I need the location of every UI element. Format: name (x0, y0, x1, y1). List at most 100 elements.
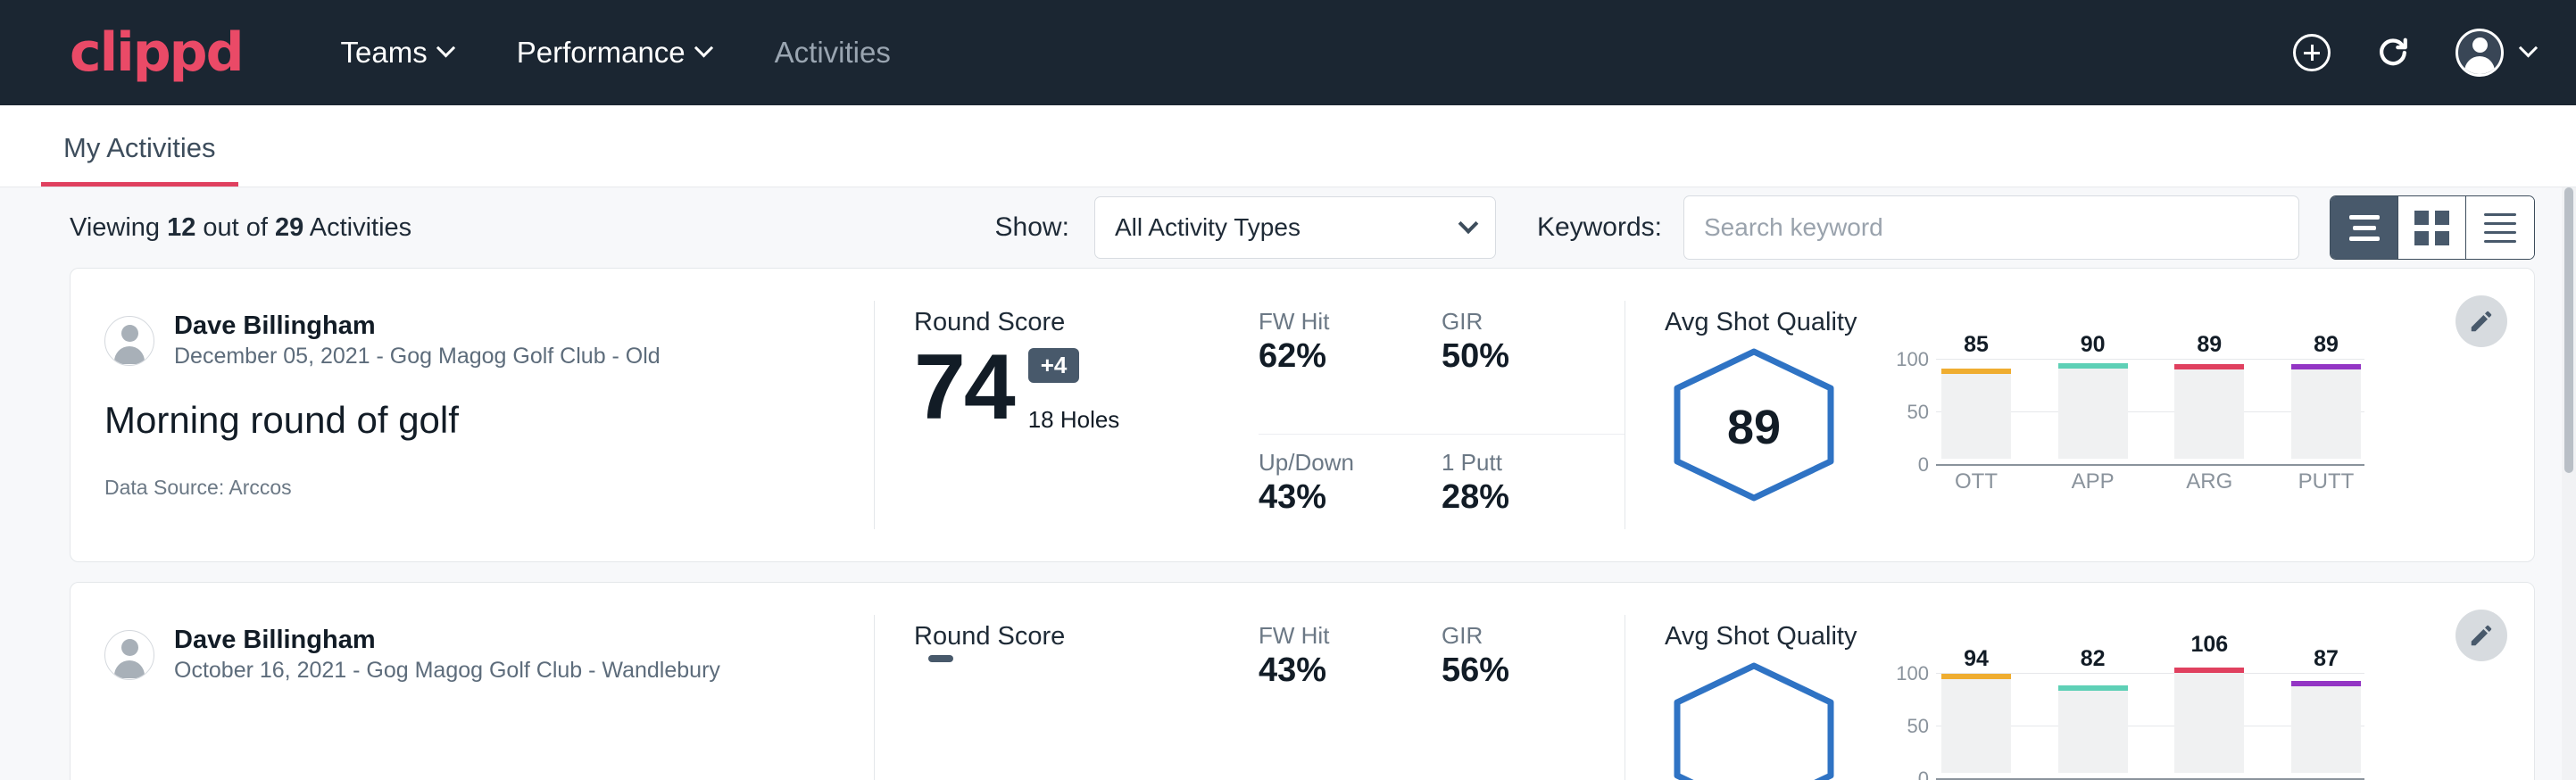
bar-putt: 89 (2291, 359, 2361, 459)
chevron-down-icon (694, 38, 713, 57)
activity-type-value: All Activity Types (1115, 213, 1300, 242)
grid-view-icon (2414, 211, 2449, 245)
filter-bar: Viewing 12 out of 29 Activities Show: Al… (0, 187, 2576, 268)
bar-group: 85 90 89 89 (1941, 359, 2361, 459)
round-score-block: Round Score (875, 583, 1250, 780)
stat-1-putt: 1 Putt 28% (1442, 435, 1625, 562)
user-menu[interactable] (2456, 29, 2535, 77)
nav-item-performance-label: Performance (517, 36, 686, 70)
bar-arg: 89 (2174, 359, 2244, 459)
nav-item-teams-label: Teams (341, 36, 428, 70)
user-avatar-icon (2456, 29, 2504, 77)
stat-fw-hit: FW Hit 62% (1259, 308, 1442, 435)
x-label-app: APP (2058, 469, 2128, 494)
avg-shot-quality-value: 89 (1665, 346, 1843, 508)
y-tick-50: 50 (1882, 715, 1929, 738)
stat-gir: GIR 56% (1442, 622, 1625, 780)
pencil-icon (2468, 308, 2495, 335)
score-to-par-badge: +4 (1028, 348, 1080, 383)
stat-label: FW Hit (1259, 622, 1420, 650)
activity-type-select[interactable]: All Activity Types (1094, 196, 1496, 259)
bar-value: 90 (2081, 332, 2106, 358)
activity-info: Dave Billingham December 05, 2021 - Gog … (71, 269, 874, 561)
stat-gir: GIR 50% (1442, 308, 1625, 435)
y-tick-100: 100 (1882, 348, 1929, 371)
round-stats: FW Hit 62% GIR 50% Up/Down 43% 1 Putt 28… (1250, 269, 1625, 561)
chevron-down-icon (436, 38, 455, 57)
edit-activity-button[interactable] (2456, 610, 2507, 661)
view-mode-toggle (2330, 195, 2535, 260)
stat-value: 50% (1442, 337, 1603, 376)
scrollbar-thumb[interactable] (2564, 187, 2573, 473)
tab-bar: My Activities (0, 105, 2576, 187)
bar-value: 82 (2081, 646, 2106, 672)
bar-ott: 94 (1941, 673, 2011, 773)
activity-card[interactable]: Dave Billingham October 16, 2021 - Gog M… (70, 582, 2535, 780)
stat-label: 1 Putt (1442, 449, 1603, 477)
bar-value: 106 (2190, 632, 2228, 658)
view-mode-list-button[interactable] (2331, 196, 2398, 259)
activity-card[interactable]: Dave Billingham December 05, 2021 - Gog … (70, 268, 2535, 562)
show-label: Show: (995, 212, 1069, 243)
nav-item-performance[interactable]: Performance (517, 36, 710, 70)
bar-putt: 87 (2291, 673, 2361, 773)
chevron-down-icon (1458, 213, 1479, 234)
stat-label: FW Hit (1259, 308, 1420, 336)
x-label-ott: OTT (1941, 469, 2011, 494)
viewing-count: 12 (167, 213, 195, 242)
bar-value: 89 (2197, 332, 2222, 358)
round-score-value: 74 (914, 341, 1014, 434)
quality-hexagon: 89 (1665, 346, 1843, 508)
clippd-logo[interactable]: clippd (70, 26, 243, 79)
bar-value: 94 (1964, 646, 1989, 672)
primary-nav: Teams Performance Activities (341, 36, 891, 70)
activity-meta: December 05, 2021 - Gog Magog Golf Club … (174, 342, 661, 372)
search-input[interactable]: Search keyword (1683, 195, 2299, 260)
viewing-prefix: Viewing (70, 213, 167, 242)
round-score-label: Round Score (914, 622, 1250, 651)
refresh-icon[interactable] (2373, 33, 2413, 72)
view-mode-grid-button[interactable] (2398, 196, 2466, 259)
chevron-down-icon (2519, 38, 2538, 57)
player-name: Dave Billingham (174, 310, 661, 342)
player-name: Dave Billingham (174, 624, 720, 656)
y-tick-100: 100 (1882, 662, 1929, 685)
stat-value: 43% (1259, 651, 1420, 690)
score-to-par-badge (928, 655, 953, 662)
bar-group: 94 82 106 87 (1941, 673, 2361, 773)
page-scrollbar[interactable] (2562, 187, 2576, 780)
list-view-icon (2349, 215, 2380, 241)
keywords-label: Keywords: (1537, 212, 1662, 243)
x-label-putt: PUTT (2291, 469, 2361, 494)
stat-value: 62% (1259, 337, 1420, 376)
activity-player: Dave Billingham October 16, 2021 - Gog M… (104, 624, 874, 686)
compact-view-icon (2484, 213, 2516, 243)
avatar (104, 316, 154, 366)
stat-up-down: Up/Down 43% (1259, 435, 1442, 562)
bar-arg: 106 (2174, 673, 2244, 773)
tab-my-activities[interactable]: My Activities (41, 132, 238, 187)
plus-circle-icon[interactable] (2293, 34, 2331, 71)
stat-value: 43% (1259, 478, 1420, 517)
bar-value: 89 (2314, 332, 2339, 358)
x-axis-labels: OTT APP ARG PUTT (1941, 469, 2361, 494)
nav-item-teams[interactable]: Teams (341, 36, 453, 70)
activity-player: Dave Billingham December 05, 2021 - Gog … (104, 310, 874, 372)
viewing-count-text: Viewing 12 out of 29 Activities (70, 213, 411, 243)
stat-label: GIR (1442, 622, 1603, 650)
edit-activity-button[interactable] (2456, 295, 2507, 347)
nav-actions (2293, 29, 2535, 77)
view-mode-compact-button[interactable] (2466, 196, 2534, 259)
bar-app: 82 (2058, 673, 2128, 773)
stat-label: GIR (1442, 308, 1603, 336)
viewing-total: 29 (275, 213, 303, 242)
nav-item-activities[interactable]: Activities (775, 36, 891, 70)
avg-shot-quality-block: Avg Shot Quality 100 50 0 (1625, 583, 2534, 780)
holes-count: 18 Holes (1028, 406, 1120, 434)
bar-ott: 85 (1941, 359, 2011, 459)
avatar (104, 630, 154, 680)
round-stats: FW Hit 43% GIR 56% (1250, 583, 1625, 780)
avg-shot-quality-block: Avg Shot Quality 89 100 50 0 (1625, 269, 2534, 561)
pencil-icon (2468, 622, 2495, 649)
round-score-label: Round Score (914, 308, 1250, 337)
